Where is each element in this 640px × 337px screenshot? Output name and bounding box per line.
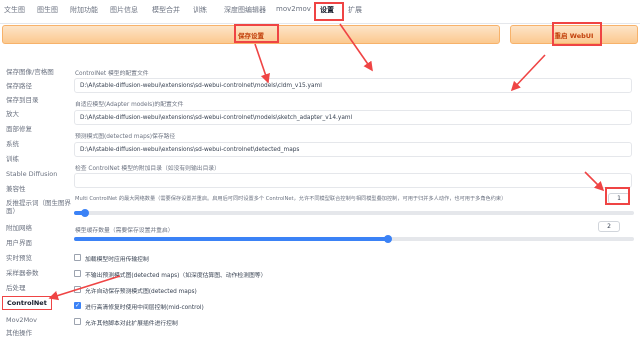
arrow-multi-number [584, 171, 605, 192]
annotation-arrows [48, 23, 605, 301]
arrow-reload [510, 54, 546, 92]
arrow-save-to-config [254, 43, 270, 84]
arrow-settings-to-controlnet [339, 23, 373, 72]
arrow-to-sidebar-controlnet [48, 275, 121, 301]
